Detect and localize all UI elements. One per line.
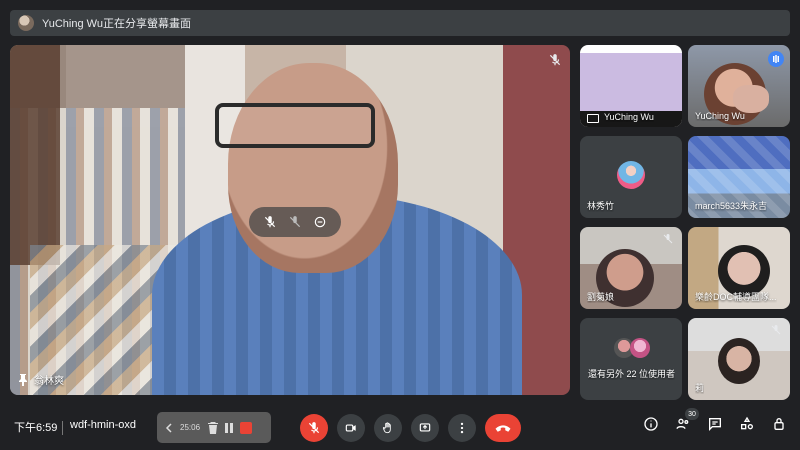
divider (62, 421, 63, 435)
people-icon[interactable]: 30 (674, 408, 699, 433)
avatar-icon (630, 338, 650, 358)
chevron-left-icon[interactable] (164, 422, 174, 433)
mic-off-icon[interactable] (259, 211, 281, 233)
overflow-participants-tile[interactable]: 還有另外 22 位使用者 (580, 318, 682, 400)
mic-muted-icon (770, 324, 784, 338)
camera-icon[interactable] (337, 414, 365, 442)
tile-name: 莉 (695, 383, 705, 393)
participant-tile[interactable]: 林秀竹 (580, 136, 682, 218)
more-vert-icon[interactable] (448, 414, 476, 442)
chat-icon[interactable] (706, 415, 724, 433)
tile-name: march5633朱永吉 (695, 201, 768, 211)
main-video-feed[interactable]: 翁林爽 (10, 45, 570, 395)
overflow-count-label: 還有另外 22 位使用者 (588, 369, 676, 379)
present-icon[interactable] (411, 414, 439, 442)
end-call-icon[interactable] (485, 414, 521, 442)
participant-count-badge: 30 (685, 408, 699, 420)
avatar-icon (18, 15, 34, 31)
speaker-name: 翁林爽 (34, 376, 64, 387)
participant-tile[interactable]: 莉 (688, 318, 790, 400)
speaker-glasses (215, 103, 375, 148)
participant-tile[interactable]: YuChing Wu (688, 45, 790, 127)
present-icon (587, 114, 599, 123)
raised-hand (733, 85, 769, 113)
tile-name: 林秀竹 (587, 201, 615, 211)
participant-tile[interactable]: 劉菊娘 (580, 227, 682, 309)
speaker-face (228, 63, 398, 273)
avatar-icon (617, 161, 645, 189)
info-icon[interactable] (642, 415, 660, 433)
activities-icon[interactable] (738, 415, 756, 433)
recording-panel[interactable]: 25:06 (157, 412, 271, 443)
participant-tile[interactable]: march5633朱永吉 (688, 136, 790, 218)
mic-muted-icon (662, 233, 676, 247)
participant-tile[interactable]: 樂齡DOC輔導團隊... (688, 227, 790, 309)
speaking-indicator-icon (768, 51, 784, 67)
tile-name: YuChing Wu (695, 111, 745, 121)
remove-circle-icon[interactable] (309, 211, 331, 233)
host-controls-icon[interactable] (770, 415, 788, 433)
meeting-code[interactable]: wdf-hmin-oxd (70, 419, 136, 431)
participant-tile[interactable]: YuChing Wu (580, 45, 682, 127)
tile-name: YuChing Wu (604, 112, 654, 122)
tile-name: 樂齡DOC輔導團隊... (695, 292, 777, 302)
screen-share-banner: YuChing Wu正在分享螢幕畫面 (10, 10, 790, 36)
meeting-time: 下午6:59 (14, 422, 58, 434)
meeting-side-controls: 30 (642, 408, 788, 433)
delete-icon[interactable] (208, 421, 218, 434)
mic-muted-icon[interactable] (284, 211, 306, 233)
pause-icon[interactable] (224, 422, 234, 434)
tile-name: 劉菊娘 (587, 292, 615, 302)
call-controls (300, 414, 521, 442)
recording-time: 25:06 (180, 423, 201, 432)
pin-icon[interactable] (18, 373, 28, 386)
participant-video (718, 338, 760, 384)
shared-screen-preview (580, 53, 682, 113)
speaker-name-tag: 翁林爽 (18, 372, 64, 387)
banner-text: YuChing Wu正在分享螢幕畫面 (42, 18, 191, 30)
stop-recording-icon[interactable] (240, 421, 252, 434)
participant-controls (249, 207, 341, 237)
mic-muted-icon (546, 51, 564, 69)
raise-hand-icon[interactable] (374, 414, 402, 442)
mic-off-icon[interactable] (300, 414, 328, 442)
meeting-toolbar: 下午6:59 wdf-hmin-oxd 25:06 30 (0, 405, 800, 450)
room-background (10, 45, 60, 265)
